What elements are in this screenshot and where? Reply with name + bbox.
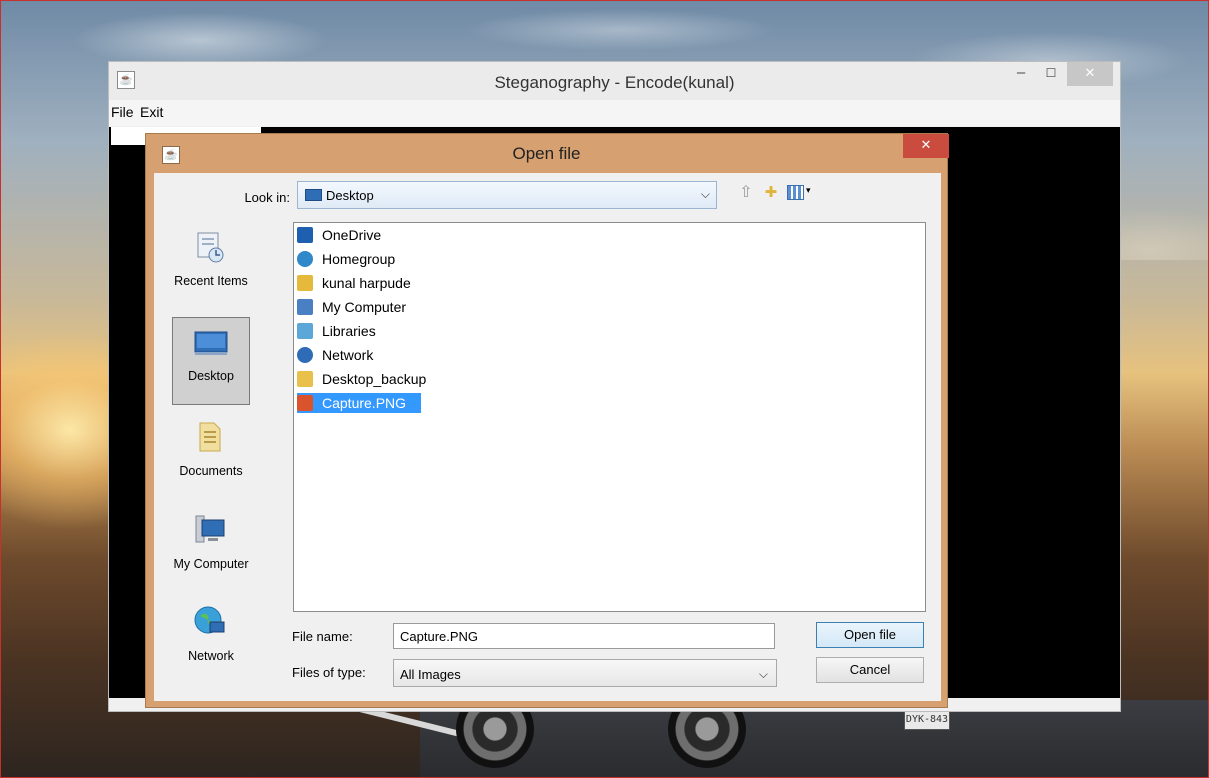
file-name: Homegroup [322,251,396,267]
cancel-button[interactable]: Cancel [816,657,924,683]
onedrive-icon [297,227,313,243]
place-label: Documents [179,464,243,478]
file-name-label: File name: [292,629,353,644]
menu-bar: File Exit [109,100,1120,126]
list-item[interactable]: Desktop_backup [297,369,447,389]
file-name: kunal harpude [322,275,411,291]
list-item[interactable]: Libraries [297,321,397,341]
look-in-dropdown[interactable]: Desktop ⌵ [297,181,717,209]
place-label: Network [188,649,234,663]
list-item[interactable]: Network [297,345,397,365]
file-name: Desktop_backup [322,371,427,387]
desktop-icon [305,189,322,201]
desktop-icon [194,331,228,355]
file-name: My Computer [322,299,407,315]
list-item[interactable]: OneDrive [297,225,397,245]
my-computer-icon [195,515,225,543]
dialog-body: Look in: Desktop ⌵ ⇧ ✚ ▾ Recent Items De… [154,173,941,701]
list-item[interactable]: Capture.PNG [297,393,421,413]
look-in-value: Desktop [326,188,374,203]
place-desktop[interactable]: Desktop [172,317,250,405]
menu-exit[interactable]: Exit [140,104,163,120]
open-file-dialog: ☕ Open file ✕ Look in: Desktop ⌵ ⇧ ✚ ▾ R… [145,133,949,708]
place-documents[interactable]: Documents [172,413,250,501]
dialog-close-button[interactable]: ✕ [903,134,949,158]
maximize-button[interactable]: ☐ [1037,62,1065,86]
network-icon [194,606,225,634]
places-bar: Recent Items Desktop Documents My Comput… [172,223,256,693]
view-menu-arrow-icon[interactable]: ▾ [806,185,811,196]
folder-icon [297,371,313,387]
documents-icon [199,422,221,452]
network-icon [297,347,313,363]
list-item[interactable]: My Computer [297,297,427,317]
user-folder-icon [297,275,313,291]
list-item[interactable]: kunal harpude [297,273,437,293]
files-of-type-value: All Images [400,667,461,682]
file-name-input[interactable] [393,623,775,649]
place-label: Desktop [188,369,234,383]
up-folder-icon[interactable]: ⇧ [736,183,756,203]
image-file-icon [297,395,313,411]
file-name: Libraries [322,323,376,339]
new-folder-icon[interactable]: ✚ [761,183,781,203]
libraries-icon [297,323,313,339]
minimize-button[interactable]: – [1007,62,1035,86]
list-item[interactable]: Homegroup [297,249,417,269]
dialog-titlebar[interactable]: ☕ Open file ✕ [146,134,949,170]
homegroup-icon [297,251,313,267]
chevron-down-icon: ⌵ [758,667,768,681]
open-file-button[interactable]: Open file [816,622,924,648]
file-name: OneDrive [322,227,382,243]
menu-file[interactable]: File [111,104,134,120]
app-title: Steganography - Encode(kunal) [494,73,735,92]
place-label: My Computer [173,557,249,571]
file-list[interactable]: OneDrive Homegroup kunal harpude My Comp… [293,222,926,612]
look-in-label: Look in: [244,190,290,205]
chevron-down-icon: ⌵ [700,187,710,201]
files-of-type-dropdown[interactable]: All Images ⌵ [393,659,777,687]
view-menu-icon[interactable] [787,185,804,200]
place-recent-items[interactable]: Recent Items [172,223,250,311]
recent-items-icon [197,232,224,263]
place-label: Recent Items [174,274,248,288]
dialog-title: Open file [512,144,581,163]
close-button[interactable]: ✕ [1067,62,1113,86]
files-of-type-label: Files of type: [292,665,366,680]
file-name: Network [322,347,374,363]
file-name: Capture.PNG [322,395,407,411]
computer-icon [297,299,313,315]
license-plate: DYK-843 [904,710,950,730]
place-network[interactable]: Network [172,598,250,686]
app-titlebar[interactable]: ☕ Steganography - Encode(kunal) – ☐ ✕ [109,62,1120,100]
place-my-computer[interactable]: My Computer [172,506,250,594]
